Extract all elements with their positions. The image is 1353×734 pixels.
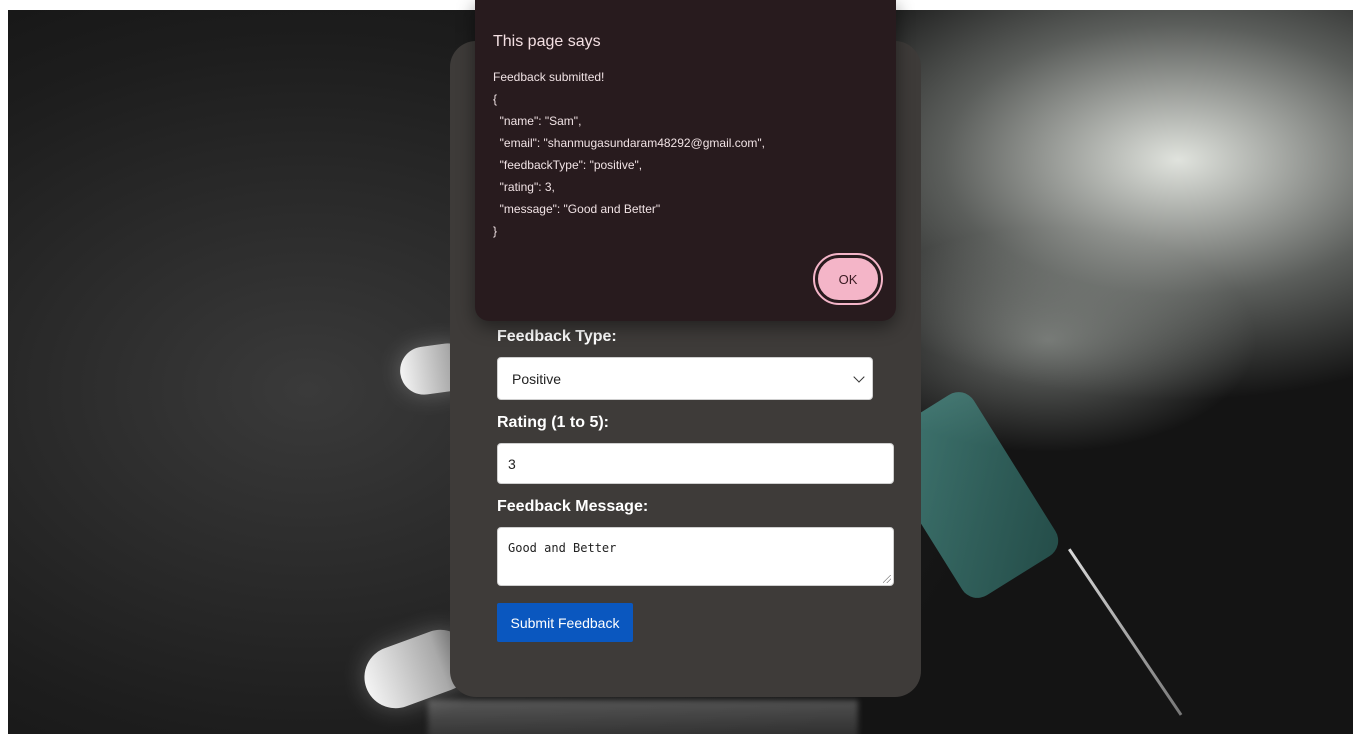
dialog-message-line: Feedback submitted! (493, 70, 605, 84)
rating-value: 3 (508, 455, 516, 472)
feedback-type-select[interactable]: Positive (497, 357, 873, 400)
message-value: Good and Better (508, 541, 617, 555)
feedback-type-label: Feedback Type: (497, 328, 617, 345)
dialog-message-line: "message": "Good and Better" (493, 202, 661, 216)
message-textarea[interactable]: Good and Better (497, 527, 894, 586)
dialog-message-line: { (493, 92, 498, 106)
dialog-message-line: "name": "Sam", (493, 114, 582, 128)
ok-button[interactable]: OK (813, 253, 883, 305)
dialog-message-line: "rating": 3, (493, 180, 555, 194)
vials-decoration (428, 700, 858, 734)
dialog-message-line: "feedbackType": "positive", (493, 158, 643, 172)
feedback-type-value: Positive (512, 370, 562, 387)
resize-handle-icon[interactable] (883, 575, 891, 583)
needle-decoration (1068, 548, 1183, 716)
rating-input[interactable]: 3 (497, 443, 894, 484)
dialog-message: Feedback submitted! { "name": "Sam", "em… (493, 66, 883, 242)
dialog-message-line: } (493, 224, 498, 238)
chevron-down-icon (853, 371, 865, 383)
rating-label: Rating (1 to 5): (497, 414, 609, 431)
alert-dialog: This page says Feedback submitted! { "na… (475, 0, 896, 321)
dialog-title: This page says (493, 33, 601, 50)
submit-feedback-button[interactable]: Submit Feedback (497, 603, 633, 642)
dialog-message-line: "email": "shanmugasundaram48292@gmail.co… (493, 136, 766, 150)
message-label: Feedback Message: (497, 498, 649, 515)
